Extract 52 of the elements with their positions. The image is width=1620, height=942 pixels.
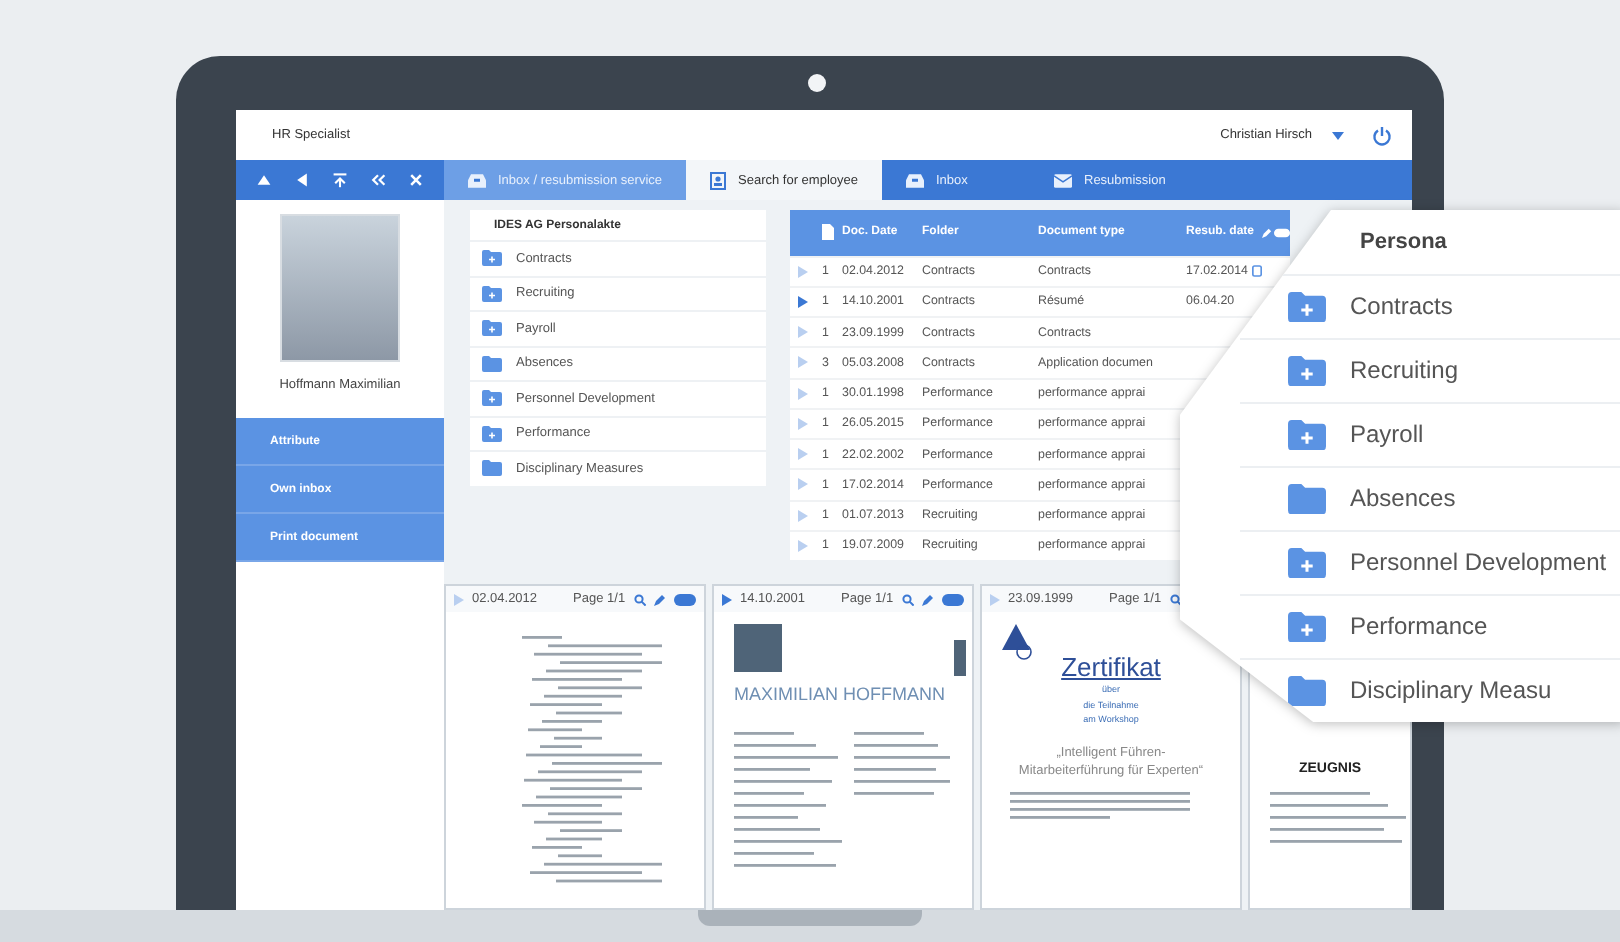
document-icon xyxy=(822,224,834,241)
pencil-icon[interactable] xyxy=(1262,227,1272,238)
folder-plus-icon xyxy=(482,320,502,337)
note-icon[interactable] xyxy=(1251,264,1262,279)
folder-item[interactable]: Recruiting xyxy=(1240,337,1620,402)
search-icon[interactable] xyxy=(634,593,646,605)
close-icon[interactable] xyxy=(408,172,425,188)
panel-title: Persona xyxy=(1360,229,1447,254)
folder-item[interactable]: Absences xyxy=(1240,465,1620,530)
document-title: MAXIMILIAN HOFFMANN xyxy=(734,684,948,704)
folder-plus-icon xyxy=(1288,355,1326,387)
folder-item[interactable]: Contracts xyxy=(1240,273,1620,338)
inbox-icon xyxy=(906,173,924,187)
logo-icon xyxy=(1002,624,1034,660)
search-icon[interactable] xyxy=(1170,593,1182,605)
document-title: Zertifikat xyxy=(1059,652,1163,682)
folder-plus-icon xyxy=(482,425,502,442)
toggle-icon[interactable] xyxy=(674,593,696,605)
folder-icon xyxy=(482,460,502,477)
triangle-left-icon[interactable] xyxy=(293,172,310,188)
id-card-icon xyxy=(710,171,727,189)
row-arrow-icon[interactable] xyxy=(722,593,732,605)
folder-plus-icon xyxy=(1288,291,1326,323)
inbox-icon xyxy=(468,173,486,187)
photo-placeholder xyxy=(734,624,782,672)
folder-icon xyxy=(482,355,502,372)
folder-plus-icon xyxy=(1288,611,1326,643)
envelope-icon xyxy=(1054,173,1072,187)
folder-plus-icon xyxy=(482,390,502,407)
folder-plus-icon xyxy=(1288,419,1326,451)
folder-item[interactable]: Payroll xyxy=(1240,401,1620,466)
folder-plus-icon xyxy=(1288,547,1326,579)
caret-down-icon[interactable] xyxy=(1332,131,1344,139)
folder-item[interactable]: Disciplinary Measu xyxy=(1240,657,1620,722)
pencil-icon[interactable] xyxy=(922,593,934,605)
toggle-icon[interactable] xyxy=(942,593,964,605)
collapse-top-icon[interactable] xyxy=(331,172,348,188)
toggle-icon[interactable] xyxy=(1274,227,1290,238)
triangle-up-icon[interactable] xyxy=(255,172,272,188)
power-icon[interactable] xyxy=(1372,125,1392,145)
folder-plus-icon xyxy=(482,250,502,267)
folder-item[interactable]: Performance xyxy=(1240,593,1620,658)
folder-icon xyxy=(1288,483,1326,515)
row-arrow-icon[interactable] xyxy=(798,295,808,308)
scrollbar-thumb[interactable] xyxy=(954,640,966,676)
camera-icon xyxy=(808,74,826,92)
pencil-icon[interactable] xyxy=(654,593,666,605)
double-chevron-left-icon[interactable] xyxy=(370,172,387,188)
folder-icon xyxy=(1288,675,1326,707)
search-icon[interactable] xyxy=(902,593,914,605)
folder-item[interactable]: Personnel Development xyxy=(1240,529,1620,594)
folder-plus-icon xyxy=(482,285,502,302)
